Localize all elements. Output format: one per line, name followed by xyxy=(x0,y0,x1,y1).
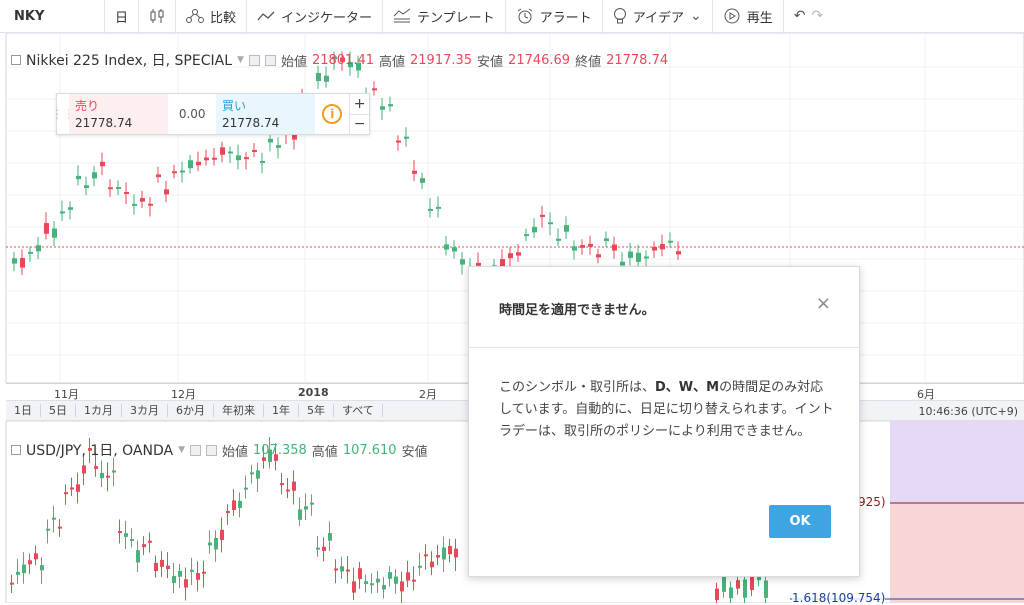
spread-value: 0.00 xyxy=(178,107,206,121)
timeframe-error-dialog: 時間足を適用できません。 × このシンボル・取引所は、D、W、Mの時間足のみ対応… xyxy=(468,266,860,577)
high-label: 高値 xyxy=(311,444,338,460)
sell-label: 売り xyxy=(75,99,100,113)
info-icon: i xyxy=(322,104,343,124)
info-button[interactable]: i xyxy=(315,94,349,134)
undo-redo: ↶ ↷ xyxy=(784,0,833,33)
range-all[interactable]: すべて xyxy=(334,404,383,417)
symbol-search[interactable]: NKY xyxy=(0,0,105,33)
chart2-legend: USD/JPY, 1日, OANDA ▼ 始値 107.358 高値 107.610… xyxy=(11,440,428,460)
low-label: 安値 xyxy=(477,54,504,70)
settings-icon[interactable] xyxy=(264,54,276,66)
range-5d[interactable]: 5日 xyxy=(41,404,76,417)
chart2-title[interactable]: USD/JPY, 1日, OANDA xyxy=(26,440,173,460)
interval-button[interactable]: 日 xyxy=(105,0,140,33)
sell-value: 21778.74 xyxy=(75,116,133,130)
chevron-down-icon[interactable]: ▼ xyxy=(178,445,185,455)
buy-button[interactable]: 買い 21778.74 xyxy=(216,94,316,134)
chart1-legend: Nikkei 225 Index, 日, SPECIAL ▼ 始値 21801.4… xyxy=(11,50,668,70)
ok-button[interactable]: OK xyxy=(769,505,831,538)
low-label: 安値 xyxy=(401,444,428,460)
compare-button[interactable]: 比較 xyxy=(176,0,248,33)
divider xyxy=(469,347,859,348)
close-icon[interactable]: × xyxy=(816,293,831,314)
range-6m[interactable]: 6か月 xyxy=(168,404,214,417)
collapse-icon[interactable] xyxy=(11,55,21,65)
buy-value: 21778.74 xyxy=(222,116,280,130)
clock[interactable]: 10:46:36 (UTC+9) xyxy=(918,405,1018,418)
chevron-down-icon[interactable]: ▼ xyxy=(237,55,244,65)
chart1-title[interactable]: Nikkei 225 Index, 日, SPECIAL xyxy=(26,50,232,70)
plus-button[interactable]: + xyxy=(350,94,369,115)
range-1y[interactable]: 1年 xyxy=(264,404,299,417)
range-3m[interactable]: 3カ月 xyxy=(122,404,168,417)
message-part: このシンボル・取引所は、 xyxy=(499,380,656,395)
template-icon xyxy=(393,8,411,23)
redo-icon[interactable]: ↷ xyxy=(812,8,824,24)
message-bold: D、W、M xyxy=(655,380,720,395)
alert-label: アラート xyxy=(539,10,592,26)
replay-label: 再生 xyxy=(746,10,773,26)
open-value: 21801.41 xyxy=(311,52,374,68)
quantity-stepper: + − xyxy=(349,94,369,134)
candlestick-icon xyxy=(150,9,164,23)
range-1d[interactable]: 1日 xyxy=(6,404,41,417)
close-label: 終値 xyxy=(575,54,602,70)
top-toolbar: NKY 日 比較 インジケーター テンプレート アラート アイデア ⌄ 再生 ↶… xyxy=(0,0,1024,33)
high-value: 21917.35 xyxy=(410,52,473,68)
ideas-button[interactable]: アイデア ⌄ xyxy=(603,0,713,33)
lightbulb-icon xyxy=(613,8,626,24)
minus-button[interactable]: − xyxy=(350,115,369,135)
indicators-label: インジケーター xyxy=(281,10,373,26)
trade-panel: ⋮⋮ 売り 21778.74 0.00 買い 21778.74 i + − xyxy=(51,93,370,135)
replay-icon xyxy=(724,8,740,24)
buy-label: 買い xyxy=(222,99,247,113)
fib-level-label: 925) xyxy=(858,495,886,509)
settings-icon[interactable] xyxy=(206,444,218,456)
ideas-label: アイデア xyxy=(632,10,685,26)
range-1m[interactable]: 1カ月 xyxy=(76,404,122,417)
chevron-down-icon: ⌄ xyxy=(690,8,702,24)
close-value: 21778.74 xyxy=(606,52,669,68)
sell-button[interactable]: 売り 21778.74 xyxy=(69,94,169,134)
open-label: 始値 xyxy=(222,444,249,460)
eye-icon[interactable] xyxy=(248,54,260,66)
compare-label: 比較 xyxy=(210,10,237,26)
open-label: 始値 xyxy=(280,54,307,70)
range-5y[interactable]: 5年 xyxy=(299,404,334,417)
high-value: 107.610 xyxy=(342,442,397,458)
eye-icon[interactable] xyxy=(190,444,202,456)
time-tick: 2018 xyxy=(298,386,329,399)
templates-label: テンプレート xyxy=(417,10,495,26)
undo-icon[interactable]: ↶ xyxy=(794,8,806,24)
indicator-icon xyxy=(257,11,275,21)
drag-handle-icon[interactable]: ⋮⋮ xyxy=(51,94,75,134)
indicators-button[interactable]: インジケーター xyxy=(247,0,384,33)
dialog-message: このシンボル・取引所は、D、W、Mの時間足のみ対応しています。自動的に、日足に切… xyxy=(499,377,835,443)
low-value: 21746.69 xyxy=(508,52,571,68)
compare-icon xyxy=(186,9,205,23)
chart-style-button[interactable] xyxy=(139,0,177,33)
range-ytd[interactable]: 年初来 xyxy=(214,404,264,417)
high-label: 高値 xyxy=(378,54,405,70)
collapse-icon[interactable] xyxy=(11,445,21,455)
dialog-title: 時間足を適用できません。 xyxy=(499,303,655,318)
alarm-clock-icon xyxy=(517,8,532,24)
open-value: 107.358 xyxy=(253,442,307,458)
replay-button[interactable]: 再生 xyxy=(713,0,784,33)
alert-button[interactable]: アラート xyxy=(506,0,603,33)
templates-button[interactable]: テンプレート xyxy=(383,0,506,33)
